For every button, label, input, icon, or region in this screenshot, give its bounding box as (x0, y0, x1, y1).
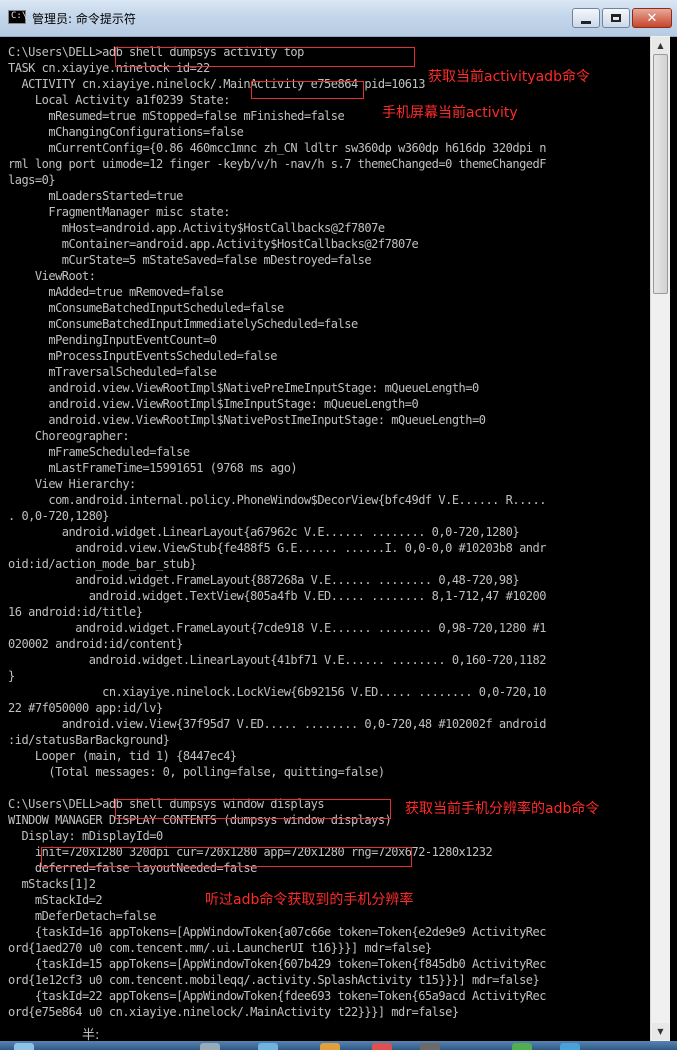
console-line: Local Activity a1f0239 State: (8, 93, 231, 107)
console-line: mFrameScheduled=false (8, 445, 190, 459)
console-line: {taskId=16 appTokens=[AppWindowToken{a07… (8, 925, 547, 939)
console-line: android.widget.TextView{805a4fb V.ED....… (8, 589, 547, 603)
close-button[interactable]: ✕ (632, 8, 672, 28)
highlight-box-main-activity (251, 81, 364, 99)
console-line: rml long port uimode=12 finger -keyb/v/h… (8, 157, 546, 171)
window-title: 管理员: 命令提示符 (32, 12, 136, 26)
minimize-icon (581, 20, 591, 24)
cmd-app-icon[interactable]: C:\ (8, 10, 28, 24)
title-bar[interactable]: C:\ 管理员: 命令提示符 ✕ (0, 0, 677, 37)
console-line: android.widget.FrameLayout{887268a V.E..… (8, 573, 520, 587)
highlight-box-window-command (115, 799, 391, 819)
console-line: mLoadersStarted=true (8, 189, 183, 203)
minimize-button[interactable] (572, 8, 600, 28)
console-line: com.android.internal.policy.PhoneWindow$… (8, 493, 546, 507)
console-line: mPendingInputEventCount=0 (8, 333, 217, 347)
console-line: android.view.ViewStub{fe488f5 G.E...... … (8, 541, 546, 555)
scroll-up-icon[interactable]: ▲ (652, 37, 669, 54)
taskbar-app-icon[interactable] (258, 1043, 278, 1050)
console-line: . 0,0-720,1280} (8, 509, 109, 523)
console-line: mDeferDetach=false (8, 909, 157, 923)
vertical-scrollbar[interactable]: ▲ ▼ (650, 36, 670, 1041)
scroll-down-icon[interactable]: ▼ (652, 1023, 669, 1040)
console-line: android.view.View{37f95d7 V.ED..... ....… (8, 717, 547, 731)
console-line: android.view.ViewRootImpl$ImeInputStage:… (8, 397, 419, 411)
maximize-icon (611, 14, 621, 22)
annotation-resolution-result: 听过adb命令获取到的手机分辨率 (205, 892, 414, 908)
console-line: android.widget.LinearLayout{a67962c V.E.… (8, 525, 520, 539)
console-line: 020002 android:id/content} (8, 637, 183, 651)
console-line: } (8, 669, 15, 683)
console-line: android.widget.LinearLayout{41bf71 V.E..… (8, 653, 547, 667)
console-line: mLastFrameTime=15991651 (9768 ms ago) (8, 461, 298, 475)
console-line: android.widget.FrameLayout{7cde918 V.E..… (8, 621, 546, 635)
taskbar-app-icon[interactable] (420, 1043, 440, 1050)
console-line: oid:id/action_mode_bar_stub} (8, 557, 197, 571)
scrollbar-thumb[interactable] (653, 54, 668, 294)
console-line: (Total messages: 0, polling=false, quitt… (8, 765, 385, 779)
console-line: ord{1e12cf3 u0 com.tencent.mobileqq/.act… (8, 973, 540, 987)
console-line: 22 #7f050000 app:id/lv} (8, 701, 163, 715)
close-icon: ✕ (646, 10, 658, 26)
highlight-box-resolution (41, 847, 412, 867)
console-line: :id/statusBarBackground} (8, 733, 170, 747)
taskbar-app-icon[interactable] (200, 1043, 220, 1050)
console-line: cn.xiayiye.ninelock.LockView{6b92156 V.E… (8, 685, 546, 699)
console-line: mStackId=2 (8, 893, 103, 907)
console-line: mAdded=true mRemoved=false (8, 285, 224, 299)
annotation-resolution-command: 获取当前手机分辨率的adb命令 (405, 801, 600, 817)
console-line: mConsumeBatchedInputScheduled=false (8, 301, 284, 315)
console-line: ViewRoot: (8, 269, 96, 283)
taskbar-app-icon[interactable] (512, 1043, 532, 1050)
console-line: {taskId=15 appTokens=[AppWindowToken{607… (8, 957, 547, 971)
console-line: mCurrentConfig={0.86 460mcc1mnc zh_CN ld… (8, 141, 546, 155)
console-line: Display: mDisplayId=0 (8, 829, 163, 843)
console-line: android.view.ViewRootImpl$NativePostImeI… (8, 413, 486, 427)
console-line: mCurState=5 mStateSaved=false mDestroyed… (8, 253, 372, 267)
console-line: android.view.ViewRootImpl$NativePreImeIn… (8, 381, 479, 395)
console-line: mConsumeBatchedInputImmediatelyScheduled… (8, 317, 358, 331)
command-prompt-window: C:\ 管理员: 命令提示符 ✕ C:\Users\DELL>adb shell… (0, 0, 677, 1050)
taskbar-app-icon[interactable] (320, 1043, 340, 1050)
annotation-current-activity: 手机屏幕当前activity (382, 105, 518, 121)
console-line: mStacks[1]2 (8, 877, 96, 891)
console-line: mTraversalScheduled=false (8, 365, 217, 379)
maximize-button[interactable] (602, 8, 630, 28)
console-line: ord{1aed270 u0 com.tencent.mm/.ui.Launch… (8, 941, 432, 955)
console-line: lags=0} (8, 173, 56, 187)
highlight-box-activity-command (115, 47, 415, 67)
taskbar-app-icon[interactable] (560, 1043, 580, 1050)
console-line: mContainer=android.app.Activity$HostCall… (8, 237, 419, 251)
taskbar-start-icon[interactable] (14, 1043, 34, 1050)
console-line: mChangingConfigurations=false (8, 125, 244, 139)
console-line: View Hierarchy: (8, 477, 136, 491)
console-line: Choreographer: (8, 429, 130, 443)
taskbar-app-icon[interactable] (372, 1043, 392, 1050)
console-line: mHost=android.app.Activity$HostCallbacks… (8, 221, 385, 235)
console-line: Looper (main, tid 1) {8447ec4} (8, 749, 237, 763)
annotation-activity-command: 获取当前activityadb命令 (428, 69, 590, 85)
console-line: 16 android:id/title} (8, 605, 143, 619)
console-line: mProcessInputEventsScheduled=false (8, 349, 277, 363)
app-icon-label: C:\ (11, 11, 28, 21)
console-line: FragmentManager misc state: (8, 205, 230, 219)
console-line: ord{e75e864 u0 cn.xiayiye.ninelock/.Main… (8, 1005, 459, 1019)
console-line: {taskId=22 appTokens=[AppWindowToken{fde… (8, 989, 547, 1003)
taskbar[interactable] (0, 1041, 677, 1050)
console-line: mResumed=true mStopped=false mFinished=f… (8, 109, 345, 123)
